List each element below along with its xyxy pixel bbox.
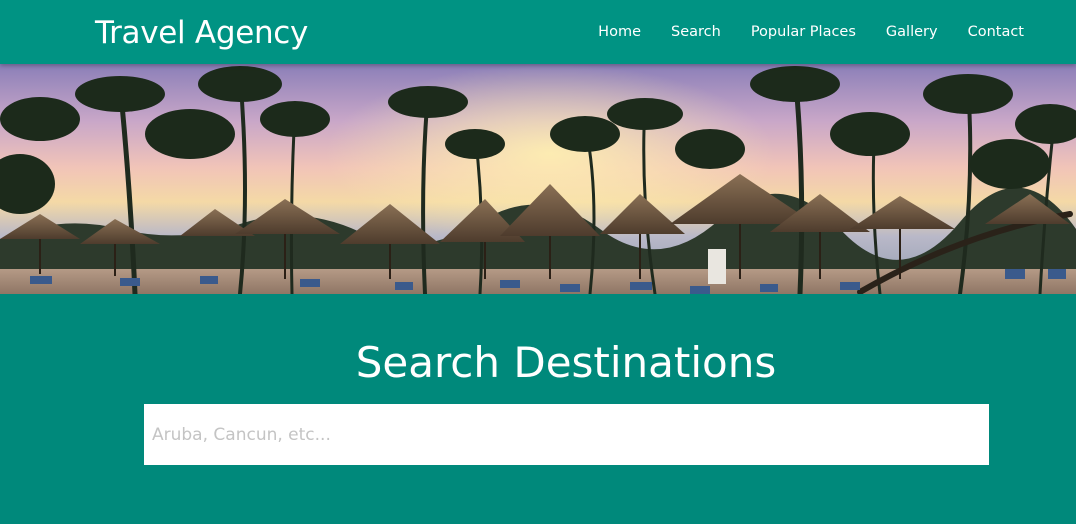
nav-menu: Home Search Popular Places Gallery Conta… bbox=[568, 22, 1024, 42]
search-title: Search Destinations bbox=[355, 338, 777, 387]
nav-link-contact[interactable]: Contact bbox=[968, 22, 1024, 42]
beach-palm-trees-image bbox=[0, 64, 1076, 294]
destination-search-input[interactable] bbox=[144, 404, 989, 465]
search-section: Search Destinations bbox=[0, 294, 1076, 524]
nav-link-home[interactable]: Home bbox=[598, 22, 641, 42]
hero-banner-image bbox=[0, 64, 1076, 294]
nav-link-gallery[interactable]: Gallery bbox=[886, 22, 938, 42]
navbar: Travel Agency Home Search Popular Places… bbox=[0, 0, 1076, 64]
nav-link-search[interactable]: Search bbox=[671, 22, 721, 42]
brand-title[interactable]: Travel Agency bbox=[95, 14, 308, 52]
nav-link-popular-places[interactable]: Popular Places bbox=[751, 22, 856, 42]
